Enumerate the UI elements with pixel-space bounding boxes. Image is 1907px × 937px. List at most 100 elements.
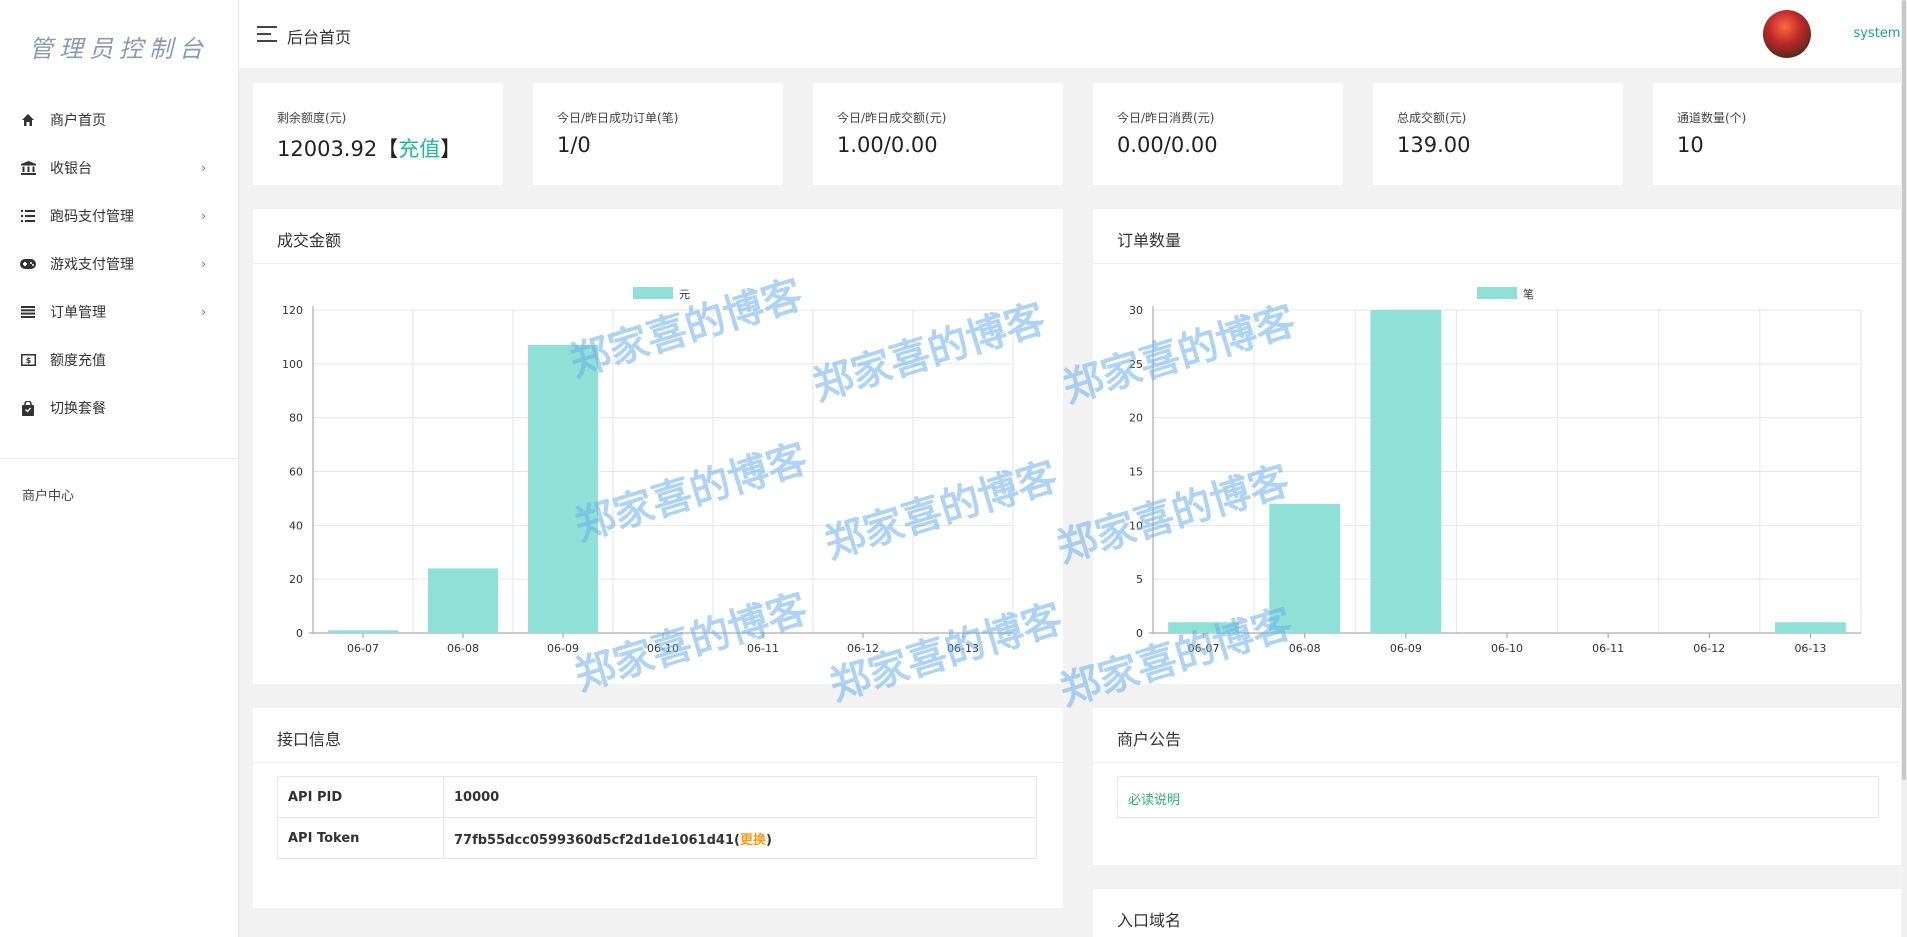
svg-text:$: $ [25, 356, 31, 365]
x-tick-label: 06-10 [1491, 642, 1523, 655]
chevron-right-icon: › [201, 305, 206, 319]
table-row: API PID 10000 [277, 776, 1037, 818]
panel-title: 接口信息 [277, 730, 342, 749]
chevron-right-icon: › [201, 257, 206, 271]
sidebar-menu: 商户首页 收银台 › 跑码支付管理 › 游戏支付管理 › 订单管理 › $ 额度… [0, 96, 238, 432]
sidebar-item-switch-plan[interactable]: 切换套餐 [0, 384, 238, 432]
y-tick-label: 60 [289, 466, 303, 479]
stat-value: 12003.92【充值】 [277, 133, 461, 163]
stat-value: 1.00/0.00 [837, 133, 938, 157]
legend-swatch [633, 287, 673, 299]
bar [328, 630, 398, 633]
avatar[interactable] [1763, 10, 1811, 58]
x-tick-label: 06-07 [1188, 642, 1220, 655]
panel-divider [1093, 762, 1901, 763]
bank-icon [20, 160, 36, 176]
bracket-open: 【 [377, 137, 399, 161]
x-tick-label: 06-13 [947, 642, 979, 655]
gamepad-icon [20, 256, 36, 272]
y-tick-label: 100 [282, 358, 303, 371]
stat-value: 10 [1677, 133, 1704, 157]
bar [1370, 310, 1442, 633]
y-tick-label: 120 [282, 304, 303, 317]
stat-label: 总成交额(元) [1397, 111, 1467, 125]
y-tick-label: 25 [1129, 358, 1143, 371]
sidebar-item-label: 商户首页 [50, 113, 106, 129]
x-tick-label: 06-12 [1693, 642, 1725, 655]
y-tick-label: 40 [289, 519, 303, 532]
y-tick-label: 15 [1129, 466, 1143, 479]
hamburger-menu-icon[interactable] [257, 26, 277, 42]
bar [428, 568, 498, 633]
stat-card-consumption: 今日/昨日消费(元) 0.00/0.00 [1093, 83, 1343, 185]
bar [1775, 622, 1846, 633]
api-table: API PID 10000 API Token 77fb55dcc0599360… [277, 776, 1037, 859]
money-icon: $ [20, 352, 36, 368]
sidebar-item-orders[interactable]: 订单管理 › [0, 288, 238, 336]
table-cell-value: 10000 [443, 776, 1037, 818]
sidebar-item-label: 额度充值 [50, 353, 106, 369]
x-tick-label: 06-10 [647, 642, 679, 655]
y-tick-label: 0 [296, 627, 303, 640]
legend-label: 笔 [1523, 287, 1534, 301]
user-menu[interactable]: system▾ [1853, 26, 1907, 41]
x-tick-label: 06-11 [1592, 642, 1624, 655]
y-tick-label: 80 [289, 412, 303, 425]
table-cell-value: 77fb55dcc0599360d5cf2d1de1061d41(更换) [443, 817, 1037, 859]
stat-card-channels: 通道数量(个) 10 [1653, 83, 1901, 185]
panel-title: 商户公告 [1117, 730, 1182, 749]
panel-title: 入口域名 [1117, 911, 1182, 930]
y-tick-label: 20 [1129, 412, 1143, 425]
bar [1269, 503, 1341, 633]
sidebar-section-merchant-center[interactable]: 商户中心 [0, 459, 238, 504]
sidebar-item-label: 切换套餐 [50, 401, 106, 417]
sidebar-item-recharge[interactable]: $ 额度充值 [0, 336, 238, 384]
stat-card-balance: 剩余额度(元) 12003.92【充值】 [253, 83, 503, 185]
stat-card-turnover: 今日/昨日成交额(元) 1.00/0.00 [813, 83, 1063, 185]
amount-bar-chart: 元 0 20 40 60 80 100 120 06-07 06-08 06-09 06-10 06-1… [282, 287, 1014, 655]
stat-label: 今日/昨日成交额(元) [837, 111, 947, 125]
entry-domain-panel: 入口域名 [1093, 889, 1901, 937]
y-tick-label: 5 [1136, 573, 1143, 586]
stat-label: 今日/昨日成功订单(笔) [557, 111, 679, 125]
merchant-notice-panel: 商户公告 必读说明 [1093, 708, 1901, 865]
bag-icon [20, 400, 36, 416]
y-tick-label: 0 [1136, 627, 1143, 640]
sidebar-item-label: 订单管理 [50, 305, 106, 321]
bracket-close: 】 [440, 137, 462, 161]
scrollbar-thumb[interactable] [1902, 0, 1906, 780]
stat-value: 139.00 [1397, 133, 1471, 157]
chevron-right-icon: › [201, 161, 206, 175]
api-token-value: 77fb55dcc0599360d5cf2d1de1061d41 [454, 832, 734, 848]
stat-card-orders: 今日/昨日成功订单(笔) 1/0 [533, 83, 783, 185]
sidebar-item-label: 游戏支付管理 [50, 257, 134, 273]
sidebar-item-home[interactable]: 商户首页 [0, 96, 238, 144]
recharge-link[interactable]: 充值 [398, 137, 440, 161]
x-tick-label: 06-09 [547, 642, 579, 655]
menu-lines-icon [20, 304, 36, 320]
sidebar-item-game-payment[interactable]: 游戏支付管理 › [0, 240, 238, 288]
bar [1168, 622, 1239, 633]
bar [528, 344, 598, 633]
balance-value: 12003.92 [277, 137, 378, 161]
change-token-link[interactable]: 更换 [740, 833, 766, 848]
sidebar-item-cashier[interactable]: 收银台 › [0, 144, 238, 192]
home-icon [20, 112, 36, 128]
list-icon [20, 208, 36, 224]
app-logo: 管理员控制台 [29, 34, 209, 63]
breadcrumb[interactable]: 后台首页 [287, 24, 351, 48]
x-tick-label: 06-09 [1390, 642, 1422, 655]
x-tick-label: 06-08 [447, 642, 479, 655]
notice-item: 必读说明 [1117, 776, 1879, 818]
notice-link[interactable]: 必读说明 [1128, 789, 1180, 808]
stat-label: 通道数量(个) [1677, 111, 1747, 125]
scrollbar[interactable] [1901, 0, 1907, 937]
y-tick-label: 30 [1129, 304, 1143, 317]
stat-value: 0.00/0.00 [1117, 133, 1218, 157]
legend-swatch [1477, 287, 1517, 299]
sidebar: 管理员控制台 商户首页 收银台 › 跑码支付管理 › 游戏支付管理 › 订单管理… [0, 0, 239, 937]
sidebar-item-code-payment[interactable]: 跑码支付管理 › [0, 192, 238, 240]
sidebar-item-label: 收银台 [50, 161, 92, 177]
table-cell-key: API PID [277, 776, 444, 818]
top-bar: 后台首页 system▾ [239, 0, 1907, 69]
